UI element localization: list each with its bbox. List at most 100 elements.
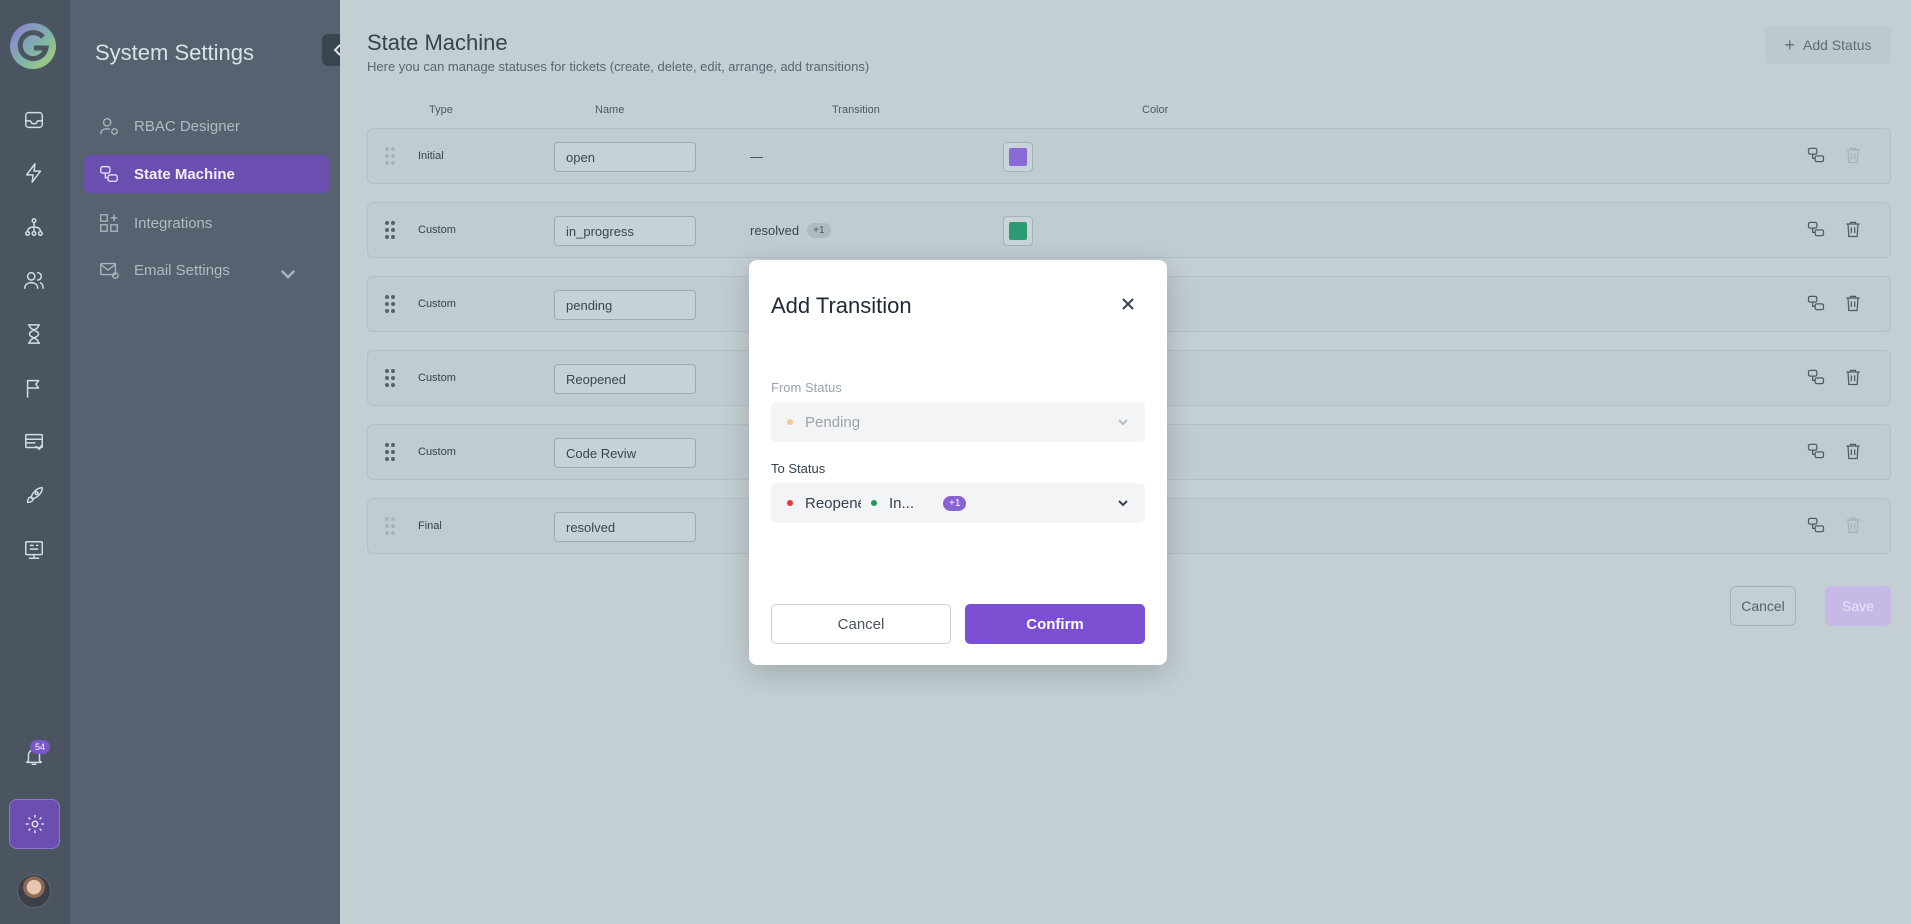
sidebar-item-rbac-designer[interactable]: RBAC Designer — [84, 107, 329, 145]
transition-target: resolved — [750, 223, 800, 238]
settings-button[interactable] — [9, 799, 60, 849]
settings-sidebar: System Settings RBAC Designer State Mach… — [70, 0, 340, 924]
status-name-input[interactable]: pending — [554, 290, 696, 320]
notification-badge: 54 — [30, 740, 50, 754]
status-type: Custom — [418, 298, 456, 310]
page-title: State Machine — [367, 30, 508, 55]
status-type: Custom — [418, 372, 456, 384]
add-transition-button[interactable] — [1806, 145, 1828, 167]
add-transition-button[interactable] — [1806, 441, 1828, 463]
drag-handle-icon[interactable] — [385, 517, 397, 535]
status-name-input[interactable]: resolved — [554, 512, 696, 542]
to-status-label: To Status — [771, 461, 826, 476]
transition-icon — [1807, 147, 1825, 163]
users-icon[interactable] — [20, 266, 48, 294]
delete-status-button[interactable] — [1843, 441, 1865, 463]
integrations-icon — [100, 214, 118, 232]
delete-status-button[interactable] — [1843, 367, 1865, 389]
more-selected-badge: +1 — [943, 495, 967, 511]
delete-status-button[interactable] — [1843, 219, 1865, 241]
trash-icon — [1846, 517, 1860, 534]
status-transition[interactable]: resolved +1 — [750, 223, 831, 238]
status-type: Initial — [418, 150, 444, 162]
from-status-label: From Status — [771, 380, 842, 395]
add-transition-button[interactable] — [1806, 293, 1828, 315]
trash-icon — [1846, 147, 1860, 164]
lightning-icon[interactable] — [20, 159, 48, 187]
sidebar-item-state-machine[interactable]: State Machine — [84, 155, 329, 193]
drag-handle-icon[interactable] — [385, 221, 397, 239]
delete-status-button — [1843, 145, 1865, 167]
drag-handle-icon[interactable] — [385, 369, 397, 387]
user-avatar[interactable] — [17, 874, 51, 908]
transition-icon — [1807, 295, 1825, 311]
cancel-button[interactable]: Cancel — [1730, 586, 1796, 626]
state-machine-icon — [100, 165, 118, 183]
table-arrow-icon[interactable] — [20, 428, 48, 456]
sidebar-item-label: State Machine — [134, 165, 235, 183]
add-transition-button[interactable] — [1806, 219, 1828, 241]
to-status-chip: In... — [889, 494, 915, 512]
inbox-icon[interactable] — [20, 106, 48, 134]
trash-icon — [1846, 295, 1860, 312]
sidebar-item-label: RBAC Designer — [134, 117, 240, 135]
transition-more-badge: +1 — [807, 223, 831, 238]
status-transition[interactable]: — — [750, 149, 763, 164]
color-picker[interactable] — [1003, 142, 1033, 172]
add-transition-button[interactable] — [1806, 515, 1828, 537]
column-header-type: Type — [429, 104, 453, 116]
status-row: Custom in_progress resolved +1 — [367, 202, 1891, 258]
sidebar-item-email-settings[interactable]: Email Settings — [84, 251, 329, 289]
status-name-input[interactable]: in_progress — [554, 216, 696, 246]
confirm-button[interactable]: Confirm — [965, 604, 1145, 644]
status-type: Custom — [418, 224, 456, 236]
trash-icon — [1846, 443, 1860, 460]
delete-status-button[interactable] — [1843, 293, 1865, 315]
status-color-dot — [871, 500, 877, 506]
delete-status-button — [1843, 515, 1865, 537]
color-picker[interactable] — [1003, 216, 1033, 246]
status-color-dot — [787, 500, 793, 506]
add-transition-modal: Add Transition From Status Pending To St… — [749, 260, 1167, 665]
hourglass-icon[interactable] — [20, 320, 48, 348]
chevron-down-icon — [280, 270, 296, 279]
app-logo-icon[interactable] — [9, 22, 57, 70]
modal-title: Add Transition — [771, 293, 912, 318]
status-row: Initial open — — [367, 128, 1891, 184]
sidebar-item-integrations[interactable]: Integrations — [84, 204, 329, 242]
hierarchy-icon[interactable] — [20, 213, 48, 241]
to-status-chip: Reopened — [805, 494, 861, 512]
add-transition-button[interactable] — [1806, 367, 1828, 389]
status-name-input[interactable]: Reopened — [554, 364, 696, 394]
close-button[interactable] — [1118, 294, 1138, 314]
transition-icon — [1807, 517, 1825, 533]
plus-icon: + — [1784, 34, 1795, 55]
transition-icon — [1807, 221, 1825, 237]
drag-handle-icon[interactable] — [385, 295, 397, 313]
email-settings-icon — [100, 262, 119, 279]
presentation-icon[interactable] — [20, 536, 48, 564]
color-swatch — [1009, 148, 1027, 166]
flag-icon[interactable] — [20, 374, 48, 402]
rocket-icon[interactable] — [20, 482, 48, 510]
from-status-select: Pending — [771, 402, 1145, 442]
close-icon — [1122, 298, 1134, 310]
sidebar-item-label: Integrations — [134, 214, 213, 232]
status-name-input[interactable]: open — [554, 142, 696, 172]
status-type: Final — [418, 520, 442, 532]
status-name-input[interactable]: Code Reviw — [554, 438, 696, 468]
sidebar-item-label: Email Settings — [134, 261, 230, 279]
add-status-label: Add Status — [1803, 37, 1872, 53]
column-header-color: Color — [1142, 104, 1169, 116]
to-status-select[interactable]: Reopened In... +1 — [771, 483, 1145, 523]
drag-handle-icon[interactable] — [385, 443, 397, 461]
trash-icon — [1846, 221, 1860, 238]
modal-cancel-button[interactable]: Cancel — [771, 604, 951, 644]
transition-target: — — [750, 149, 763, 164]
drag-handle-icon[interactable] — [385, 147, 397, 165]
page-subtitle: Here you can manage statuses for tickets… — [367, 59, 870, 74]
from-status-value: Pending — [805, 413, 861, 431]
save-button: Save — [1825, 586, 1891, 626]
icon-rail: 54 — [0, 0, 70, 924]
add-status-button[interactable]: + Add Status — [1765, 26, 1891, 64]
